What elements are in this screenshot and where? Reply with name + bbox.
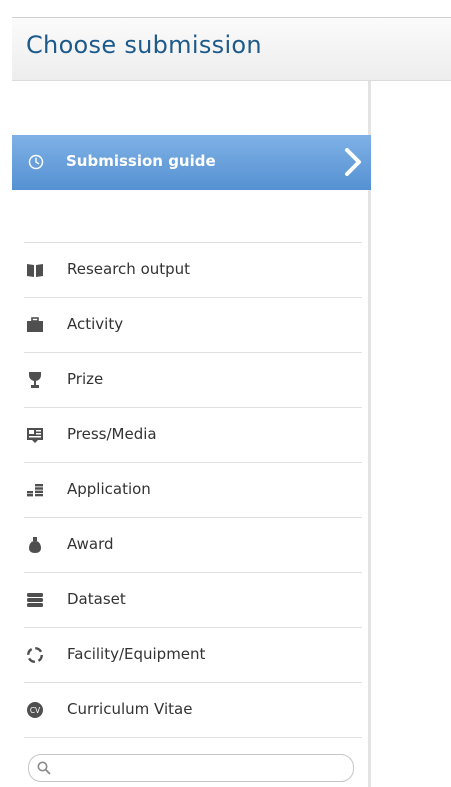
item-label: Dataset (67, 590, 126, 608)
submission-item-activity[interactable]: Activity (24, 298, 362, 353)
newspaper-icon (27, 428, 43, 443)
book-icon (27, 264, 43, 277)
facility-ring-icon (26, 646, 44, 664)
submission-item-dataset[interactable]: Dataset (24, 573, 362, 628)
item-label: Facility/Equipment (67, 645, 206, 663)
submission-item-research-output[interactable]: Research output (24, 243, 362, 298)
submission-guide-label: Submission guide (66, 152, 216, 170)
chevron-right-icon (345, 148, 361, 176)
stacked-coins-icon (27, 484, 43, 497)
item-label: Press/Media (67, 425, 157, 443)
submission-type-list: Research output Activity Prize Press/Med… (24, 242, 362, 738)
item-label: Curriculum Vitae (67, 700, 193, 718)
submission-item-award[interactable]: Award (24, 518, 362, 573)
briefcase-icon (27, 317, 43, 332)
submission-guide-button[interactable]: Submission guide (12, 135, 371, 190)
item-label: Prize (67, 370, 104, 388)
trophy-icon (29, 372, 41, 388)
search-box[interactable] (28, 754, 354, 782)
svg-text:CV: CV (30, 706, 41, 715)
medal-icon (29, 537, 41, 553)
submission-item-facility-equipment[interactable]: Facility/Equipment (24, 628, 362, 683)
page-title: Choose submission (26, 31, 262, 59)
item-label: Application (67, 480, 151, 498)
submission-item-prize[interactable]: Prize (24, 353, 362, 408)
database-icon (27, 593, 43, 607)
search-icon (37, 761, 51, 775)
sidebar: Submission guide Research output Activit… (12, 81, 371, 787)
cv-icon: CV (27, 702, 43, 718)
submission-item-press-media[interactable]: Press/Media (24, 408, 362, 463)
submission-item-application[interactable]: Application (24, 463, 362, 518)
clock-icon (28, 154, 44, 170)
item-label: Activity (67, 315, 124, 333)
search-input[interactable] (57, 758, 347, 778)
item-label: Award (67, 535, 114, 553)
header: Choose submission (12, 18, 451, 81)
submission-item-curriculum-vitae[interactable]: CV Curriculum Vitae (24, 683, 362, 738)
item-label: Research output (67, 260, 191, 278)
